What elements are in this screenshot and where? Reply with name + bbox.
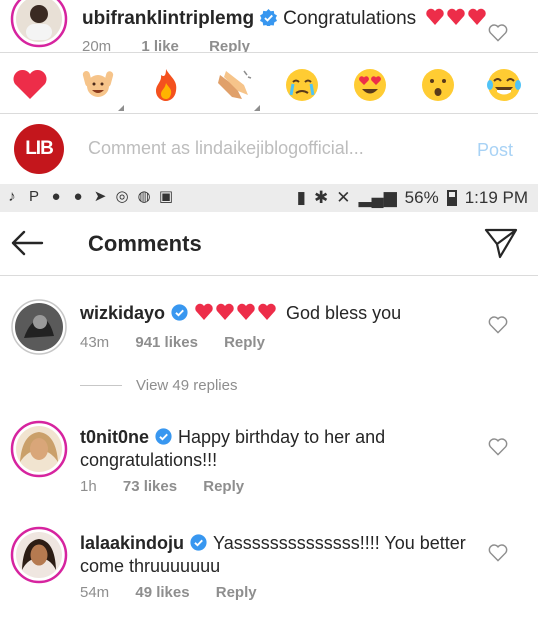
crying-face-emoji-icon[interactable] [282,65,322,105]
divider [80,385,122,386]
emoji-quick-bar [0,52,538,114]
comment-username[interactable]: lalaakindoju [80,533,184,553]
comment-meta: 54m 49 likes Reply [80,584,279,601]
gallery-icon: ▣ [158,188,174,205]
reply-button[interactable]: Reply [209,38,250,52]
clapping-hands-emoji-icon[interactable] [214,65,260,111]
comment-meta: 43m 941 likes Reply [80,334,287,351]
verified-badge-icon [190,534,207,551]
comment-input[interactable]: Comment as lindaikejiblogofficial... [88,138,364,159]
comment-username[interactable]: ubifranklintriplemg [82,8,254,29]
comment-username[interactable]: wizkidayo [80,303,165,323]
comment-username[interactable]: t0nit0ne [80,427,149,447]
avatar[interactable] [10,526,68,584]
vibrate-icon: ▮ [296,188,306,207]
mute-icon: ✕ [336,188,351,207]
bluetooth-icon: ✱ [313,188,329,207]
avatar[interactable] [10,0,68,48]
like-heart-icon[interactable] [488,24,508,42]
telegram-icon: ➤ [93,188,107,205]
like-heart-icon[interactable] [488,544,508,562]
comment-message: Congratulations [283,8,417,29]
comment-time: 20m [82,38,112,52]
avatar[interactable] [10,420,68,478]
comment-meta: 20m 1 like Reply [82,38,276,52]
heart-emoji [426,8,487,26]
comment-message: God bless you [286,303,402,323]
tiktok-icon: ♪ [8,187,16,205]
verified-badge-icon [171,304,188,321]
comment-time: 43m [80,334,110,351]
page-title: Comments [88,231,202,256]
signal-icon: ▂▄▆ [358,188,397,207]
battery-percent: 56% [404,188,439,207]
pinterest-icon: P [28,187,39,205]
top-comment: ubifranklintriplemg Congratulations 20m 1… [0,0,538,52]
verified-badge-icon [260,9,278,26]
comment-time: 54m [80,584,110,601]
fire-emoji-icon[interactable] [146,65,186,105]
comment-text: t0nit0ne Happy birthday to her and congra… [80,426,480,472]
like-heart-icon[interactable] [488,316,508,334]
tears-of-joy-face-emoji-icon[interactable] [484,65,524,105]
messenger-icon: ◍ [137,188,151,205]
clock: 1:19 PM [464,188,528,207]
comment-likes[interactable]: 941 likes [135,334,198,351]
back-arrow-icon[interactable] [10,228,44,258]
notification-icons: ♪ P ● ● ➤ ◎ ◍ ▣ [4,187,174,206]
astonished-face-emoji-icon[interactable] [418,65,458,105]
post-button[interactable]: Post [477,140,513,161]
comment-meta: 1h 73 likes Reply [80,478,266,495]
facebook-icon: ● [73,187,83,205]
view-replies-button[interactable]: View 49 replies [80,377,237,394]
comment-text: lalaakindoju Yassssssssssssss!!!! You bet… [80,532,480,578]
facebook-icon: ● [51,187,61,205]
own-avatar: LIB [14,124,64,174]
reply-button[interactable]: Reply [216,584,257,601]
comment-text: ubifranklintriplemg Congratulations [82,8,489,30]
comment-likes[interactable]: 49 likes [135,584,189,601]
comments-header: Comments [0,212,538,276]
raising-hands-emoji-icon[interactable] [78,65,124,111]
comment-text: wizkidayo God bless you [80,302,480,325]
status-bar: ♪ P ● ● ➤ ◎ ◍ ▣ ▮ ✱ ✕ ▂▄▆ 56% 1:19 PM [0,184,538,212]
comment-composer: LIB Comment as lindaikejiblogofficial...… [0,114,538,184]
comment-likes[interactable]: 1 like [141,38,179,52]
heart-eyes-face-emoji-icon[interactable] [350,65,390,105]
comment-time: 1h [80,478,97,495]
comment-likes[interactable]: 73 likes [123,478,177,495]
view-replies-label: View 49 replies [136,377,238,394]
hearts-emoji [195,303,276,320]
direct-send-icon[interactable] [484,227,518,259]
reply-button[interactable]: Reply [224,334,265,351]
red-heart-emoji-icon[interactable] [10,65,50,105]
battery-icon [446,190,457,206]
system-status: ▮ ✱ ✕ ▂▄▆ 56% 1:19 PM [297,188,528,208]
verified-badge-icon [155,428,172,445]
like-heart-icon[interactable] [488,438,508,456]
reply-button[interactable]: Reply [203,478,244,495]
instagram-icon: ◎ [115,188,129,205]
avatar[interactable] [10,298,68,356]
